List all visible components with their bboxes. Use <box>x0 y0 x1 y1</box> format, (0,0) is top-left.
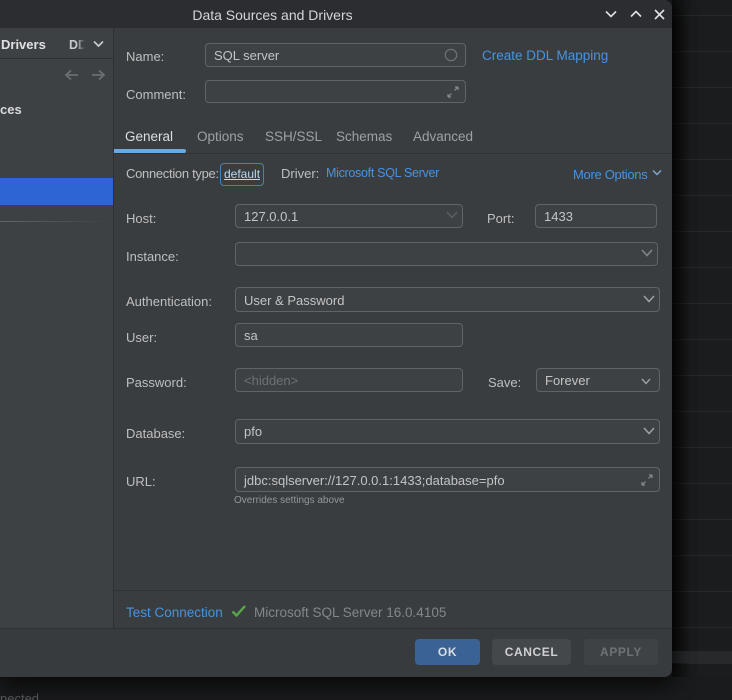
host-field[interactable]: 127.0.0.1 <box>235 204 463 228</box>
tab-schemas[interactable]: Schemas <box>336 129 392 144</box>
name-field[interactable]: SQL server <box>205 43 466 67</box>
driver-label: Driver: <box>281 166 320 181</box>
url-label: URL: <box>126 474 156 489</box>
test-connection-link[interactable]: Test Connection <box>126 605 223 620</box>
connection-type-dropdown[interactable]: default <box>220 163 265 186</box>
name-label: Name: <box>126 49 165 64</box>
user-field[interactable]: sa <box>235 323 463 347</box>
instance-field[interactable] <box>235 242 658 266</box>
tabs-separator <box>114 152 672 154</box>
cancel-button[interactable]: CANCEL <box>492 639 571 665</box>
comment-field[interactable] <box>205 80 466 103</box>
url-field[interactable]: jdbc:sqlserver://127.0.0.1:1433;database… <box>235 467 660 492</box>
password-label: Password: <box>126 375 187 390</box>
tree-panel-header: s Drivers DD <box>0 28 113 59</box>
url-value: jdbc:sqlserver://127.0.0.1:1433;database… <box>244 473 505 488</box>
tree-nav-row <box>0 66 113 88</box>
tree-separator <box>0 221 113 222</box>
save-chevron-icon[interactable] <box>641 378 651 385</box>
save-value: Forever <box>545 373 590 388</box>
tab-options[interactable]: Options <box>197 129 244 144</box>
minimize-button[interactable] <box>599 0 623 28</box>
user-value: sa <box>244 328 258 343</box>
user-label: User: <box>126 330 158 345</box>
authentication-label: Authentication: <box>126 294 213 309</box>
instance-chevron-icon[interactable] <box>641 249 653 257</box>
expand-icon[interactable] <box>641 474 653 486</box>
port-value: 1433 <box>544 209 573 224</box>
close-button[interactable] <box>647 0 671 28</box>
status-text: nected <box>0 691 40 700</box>
instance-label: Instance: <box>126 249 179 264</box>
database-value: pfo <box>244 424 263 439</box>
dialog-shadow <box>672 0 732 700</box>
url-hint: Overrides settings above <box>234 495 345 506</box>
chevron-down-icon <box>605 10 617 18</box>
authentication-value: User & Password <box>244 293 345 308</box>
close-icon <box>653 8 665 20</box>
tab-ssh-ssl[interactable]: SSH/SSL <box>265 129 322 144</box>
chevron-up-icon <box>630 10 642 18</box>
database-field[interactable]: pfo <box>235 419 660 444</box>
driver-link[interactable]: Microsoft SQL Server <box>326 166 439 180</box>
data-sources-dialog: Data Sources and Drivers s Drivers DD <box>0 0 672 677</box>
create-ddl-mapping-link[interactable]: Create DDL Mapping <box>482 48 608 63</box>
tree-selected-item[interactable] <box>0 178 113 205</box>
test-bar-separator <box>114 590 672 591</box>
host-label: Host: <box>126 211 157 226</box>
more-options-chevron-icon[interactable] <box>652 169 662 176</box>
tree-panel-secondary[interactable]: DD <box>69 38 87 52</box>
maximize-button[interactable] <box>624 0 648 28</box>
dialog-title: Data Sources and Drivers <box>192 7 353 23</box>
save-select[interactable]: Forever <box>536 368 660 392</box>
tab-advanced[interactable]: Advanced <box>413 129 473 144</box>
tree-group-label-fragment: ces <box>0 102 22 117</box>
comment-label: Comment: <box>126 87 186 102</box>
authentication-select[interactable]: User & Password <box>235 287 660 312</box>
database-label: Database: <box>126 426 186 441</box>
database-chevron-icon[interactable] <box>643 427 655 435</box>
success-check-icon <box>231 604 247 618</box>
name-value: SQL server <box>214 48 280 63</box>
regenerate-name-icon[interactable] <box>444 48 458 62</box>
host-value: 127.0.0.1 <box>244 209 299 224</box>
host-chevron-icon[interactable] <box>446 211 458 219</box>
editor-background <box>672 0 732 700</box>
password-placeholder: <hidden> <box>244 373 299 388</box>
password-field[interactable]: <hidden> <box>235 368 463 392</box>
apply-button[interactable]: APPLY <box>584 639 658 665</box>
port-label: Port: <box>487 211 515 226</box>
port-field[interactable]: 1433 <box>535 204 657 228</box>
save-label: Save: <box>488 375 522 390</box>
forward-arrow-icon[interactable] <box>91 69 106 81</box>
expand-icon[interactable] <box>447 86 459 98</box>
editor-row-band <box>672 651 732 663</box>
connection-form: Name: SQL server Create DDL Mapping Comm… <box>114 28 672 628</box>
chevron-down-icon[interactable] <box>93 40 104 48</box>
test-result-text: Microsoft SQL Server 16.0.4105 <box>254 605 447 620</box>
ok-button[interactable]: OK <box>415 639 480 665</box>
tab-general[interactable]: General <box>125 129 173 144</box>
back-arrow-icon[interactable] <box>64 69 79 81</box>
ide-status-bar: nected <box>0 677 732 700</box>
connection-type-label: Connection type: <box>126 166 219 181</box>
dialog-titlebar: Data Sources and Drivers <box>0 0 672 28</box>
more-options-link[interactable]: More Options <box>573 167 648 182</box>
datasource-tree-panel: s Drivers DD ces <box>0 28 114 628</box>
authentication-chevron-icon[interactable] <box>643 295 655 303</box>
tree-panel-title: Drivers <box>1 37 46 52</box>
connection-type-value: default <box>224 167 261 181</box>
dialog-footer: OK CANCEL APPLY <box>0 628 672 677</box>
